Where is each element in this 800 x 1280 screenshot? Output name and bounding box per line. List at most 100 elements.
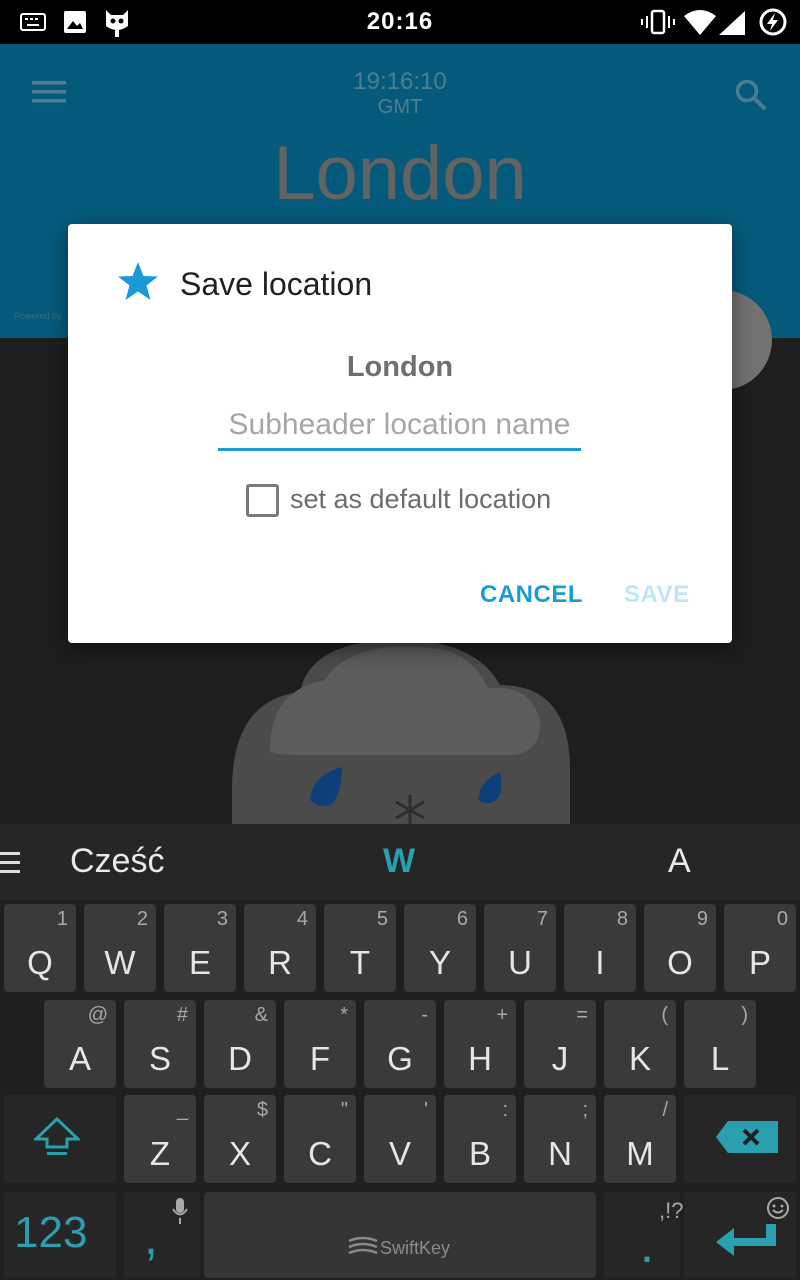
shift-icon xyxy=(34,1117,80,1155)
key-p[interactable]: 0P xyxy=(724,904,796,992)
enter-key[interactable] xyxy=(684,1192,796,1278)
save-location-dialog: Save location London set as default loca… xyxy=(68,224,732,643)
key-s[interactable]: # S xyxy=(124,1000,196,1088)
star-icon xyxy=(118,262,158,300)
period-key[interactable]: ,!? . xyxy=(604,1192,683,1278)
checkbox-label[interactable]: set as default location xyxy=(290,484,551,515)
key-label: W xyxy=(104,944,136,981)
key-t[interactable]: 5T xyxy=(324,904,396,992)
key-x[interactable]: $ X xyxy=(204,1095,276,1183)
comma-key[interactable]: , xyxy=(124,1192,200,1278)
key-label: E xyxy=(188,944,211,981)
swiftkey-keyboard: Cześć W A 1Q2W3E4R5T6Y7U8I9O0P @ A # S & D * F -… xyxy=(0,824,800,1280)
microphone-icon xyxy=(172,1198,188,1224)
key-a[interactable]: @ A xyxy=(44,1000,116,1088)
swiftkey-brand: SwiftKey xyxy=(380,1238,451,1258)
save-button[interactable]: SAVE xyxy=(624,581,690,609)
emoji-icon xyxy=(767,1197,789,1219)
key-c[interactable]: " C xyxy=(284,1095,356,1183)
key-e[interactable]: 3E xyxy=(164,904,236,992)
suggestion-right[interactable]: A xyxy=(668,842,691,881)
local-time: 19:16:10 xyxy=(353,68,447,95)
key-row-2: @ A # S & D * F - G + H = J(K) L xyxy=(0,1000,800,1088)
key-secondary-label: 9 xyxy=(696,908,708,930)
key-label: H xyxy=(468,1040,492,1077)
suggestion-bar: Cześć W A xyxy=(0,824,800,900)
key-f[interactable]: * F xyxy=(284,1000,356,1088)
key-label: S xyxy=(148,1040,171,1077)
key-secondary-label: @ xyxy=(87,1004,108,1026)
comma-key-label: , xyxy=(144,1209,158,1265)
key-w[interactable]: 2W xyxy=(84,904,156,992)
vibrate-icon xyxy=(641,9,675,35)
key-label: K xyxy=(628,1040,651,1077)
key-secondary-label: 1 xyxy=(56,908,68,930)
key-k[interactable]: (K xyxy=(604,1000,676,1088)
backspace-key[interactable] xyxy=(684,1095,796,1183)
key-secondary-label: _ xyxy=(176,1099,188,1121)
dialog-title: Save location xyxy=(180,266,373,302)
key-secondary-label: 5 xyxy=(376,908,388,930)
key-secondary-label: " xyxy=(340,1099,348,1121)
key-i[interactable]: 8I xyxy=(564,904,636,992)
key-label: Q xyxy=(27,944,53,981)
key-secondary-label: 7 xyxy=(536,908,548,930)
key-label: P xyxy=(748,944,771,981)
key-secondary-label: 3 xyxy=(216,908,228,930)
key-v[interactable]: ' V xyxy=(364,1095,436,1183)
numbers-key[interactable]: 123 xyxy=(4,1192,116,1278)
key-secondary-label: & xyxy=(254,1004,268,1026)
key-d[interactable]: & D xyxy=(204,1000,276,1088)
key-label: Y xyxy=(428,944,451,981)
status-bar: 20:16 xyxy=(0,0,800,44)
key-h[interactable]: + H xyxy=(444,1000,516,1088)
key-label: T xyxy=(349,944,371,981)
search-icon[interactable] xyxy=(734,78,768,112)
key-label: G xyxy=(387,1040,413,1077)
key-n[interactable]: ; N xyxy=(524,1095,596,1183)
key-m[interactable]: / M xyxy=(604,1095,676,1183)
key-label: D xyxy=(228,1040,252,1077)
numbers-key-label: 123 xyxy=(14,1208,88,1257)
location-name: London xyxy=(346,351,454,383)
suggestion-left[interactable]: Cześć xyxy=(70,842,164,881)
swiftkey-logo-icon xyxy=(348,1236,378,1255)
key-r[interactable]: 4R xyxy=(244,904,316,992)
key-z[interactable]: _ Z xyxy=(124,1095,196,1183)
key-label: U xyxy=(508,944,532,981)
key-l[interactable]: ) L xyxy=(684,1000,756,1088)
key-label: M xyxy=(626,1135,654,1172)
key-b[interactable]: :B xyxy=(444,1095,516,1183)
rain-snow-cloud-icon xyxy=(232,640,570,824)
key-label: B xyxy=(468,1135,491,1172)
shift-key[interactable] xyxy=(4,1095,116,1183)
key-label: A xyxy=(68,1040,91,1077)
charging-icon xyxy=(759,8,787,36)
key-secondary-label: 4 xyxy=(296,908,308,930)
key-q[interactable]: 1Q xyxy=(4,904,76,992)
key-j[interactable]: = J xyxy=(524,1000,596,1088)
key-o[interactable]: 9O xyxy=(644,904,716,992)
key-secondary-label: ) xyxy=(741,1004,748,1026)
powered-by-label: Powered by xyxy=(14,311,62,321)
default-location-checkbox[interactable] xyxy=(246,484,279,517)
subheader-input[interactable] xyxy=(218,402,581,451)
key-g[interactable]: -G xyxy=(364,1000,436,1088)
backspace-icon xyxy=(716,1121,778,1153)
key-label: N xyxy=(548,1135,572,1172)
hamburger-icon[interactable] xyxy=(0,850,20,874)
key-u[interactable]: 7U xyxy=(484,904,556,992)
key-row-3: _ Z $ X " C ' V: B; N / M xyxy=(0,1095,800,1183)
key-secondary-label: * xyxy=(340,1004,348,1026)
key-label: R xyxy=(268,944,292,981)
city-title: London xyxy=(273,131,527,216)
key-label: V xyxy=(388,1135,411,1172)
signal-icon xyxy=(719,11,745,35)
space-key[interactable]: SwiftKey xyxy=(204,1192,596,1278)
suggestion-center[interactable]: W xyxy=(383,842,415,881)
cancel-button[interactable]: CANCEL xyxy=(480,581,583,609)
key-y[interactable]: 6Y xyxy=(404,904,476,992)
status-time: 20:16 xyxy=(366,8,434,35)
key-secondary-label: ( xyxy=(661,1004,668,1026)
key-label: F xyxy=(309,1040,331,1077)
